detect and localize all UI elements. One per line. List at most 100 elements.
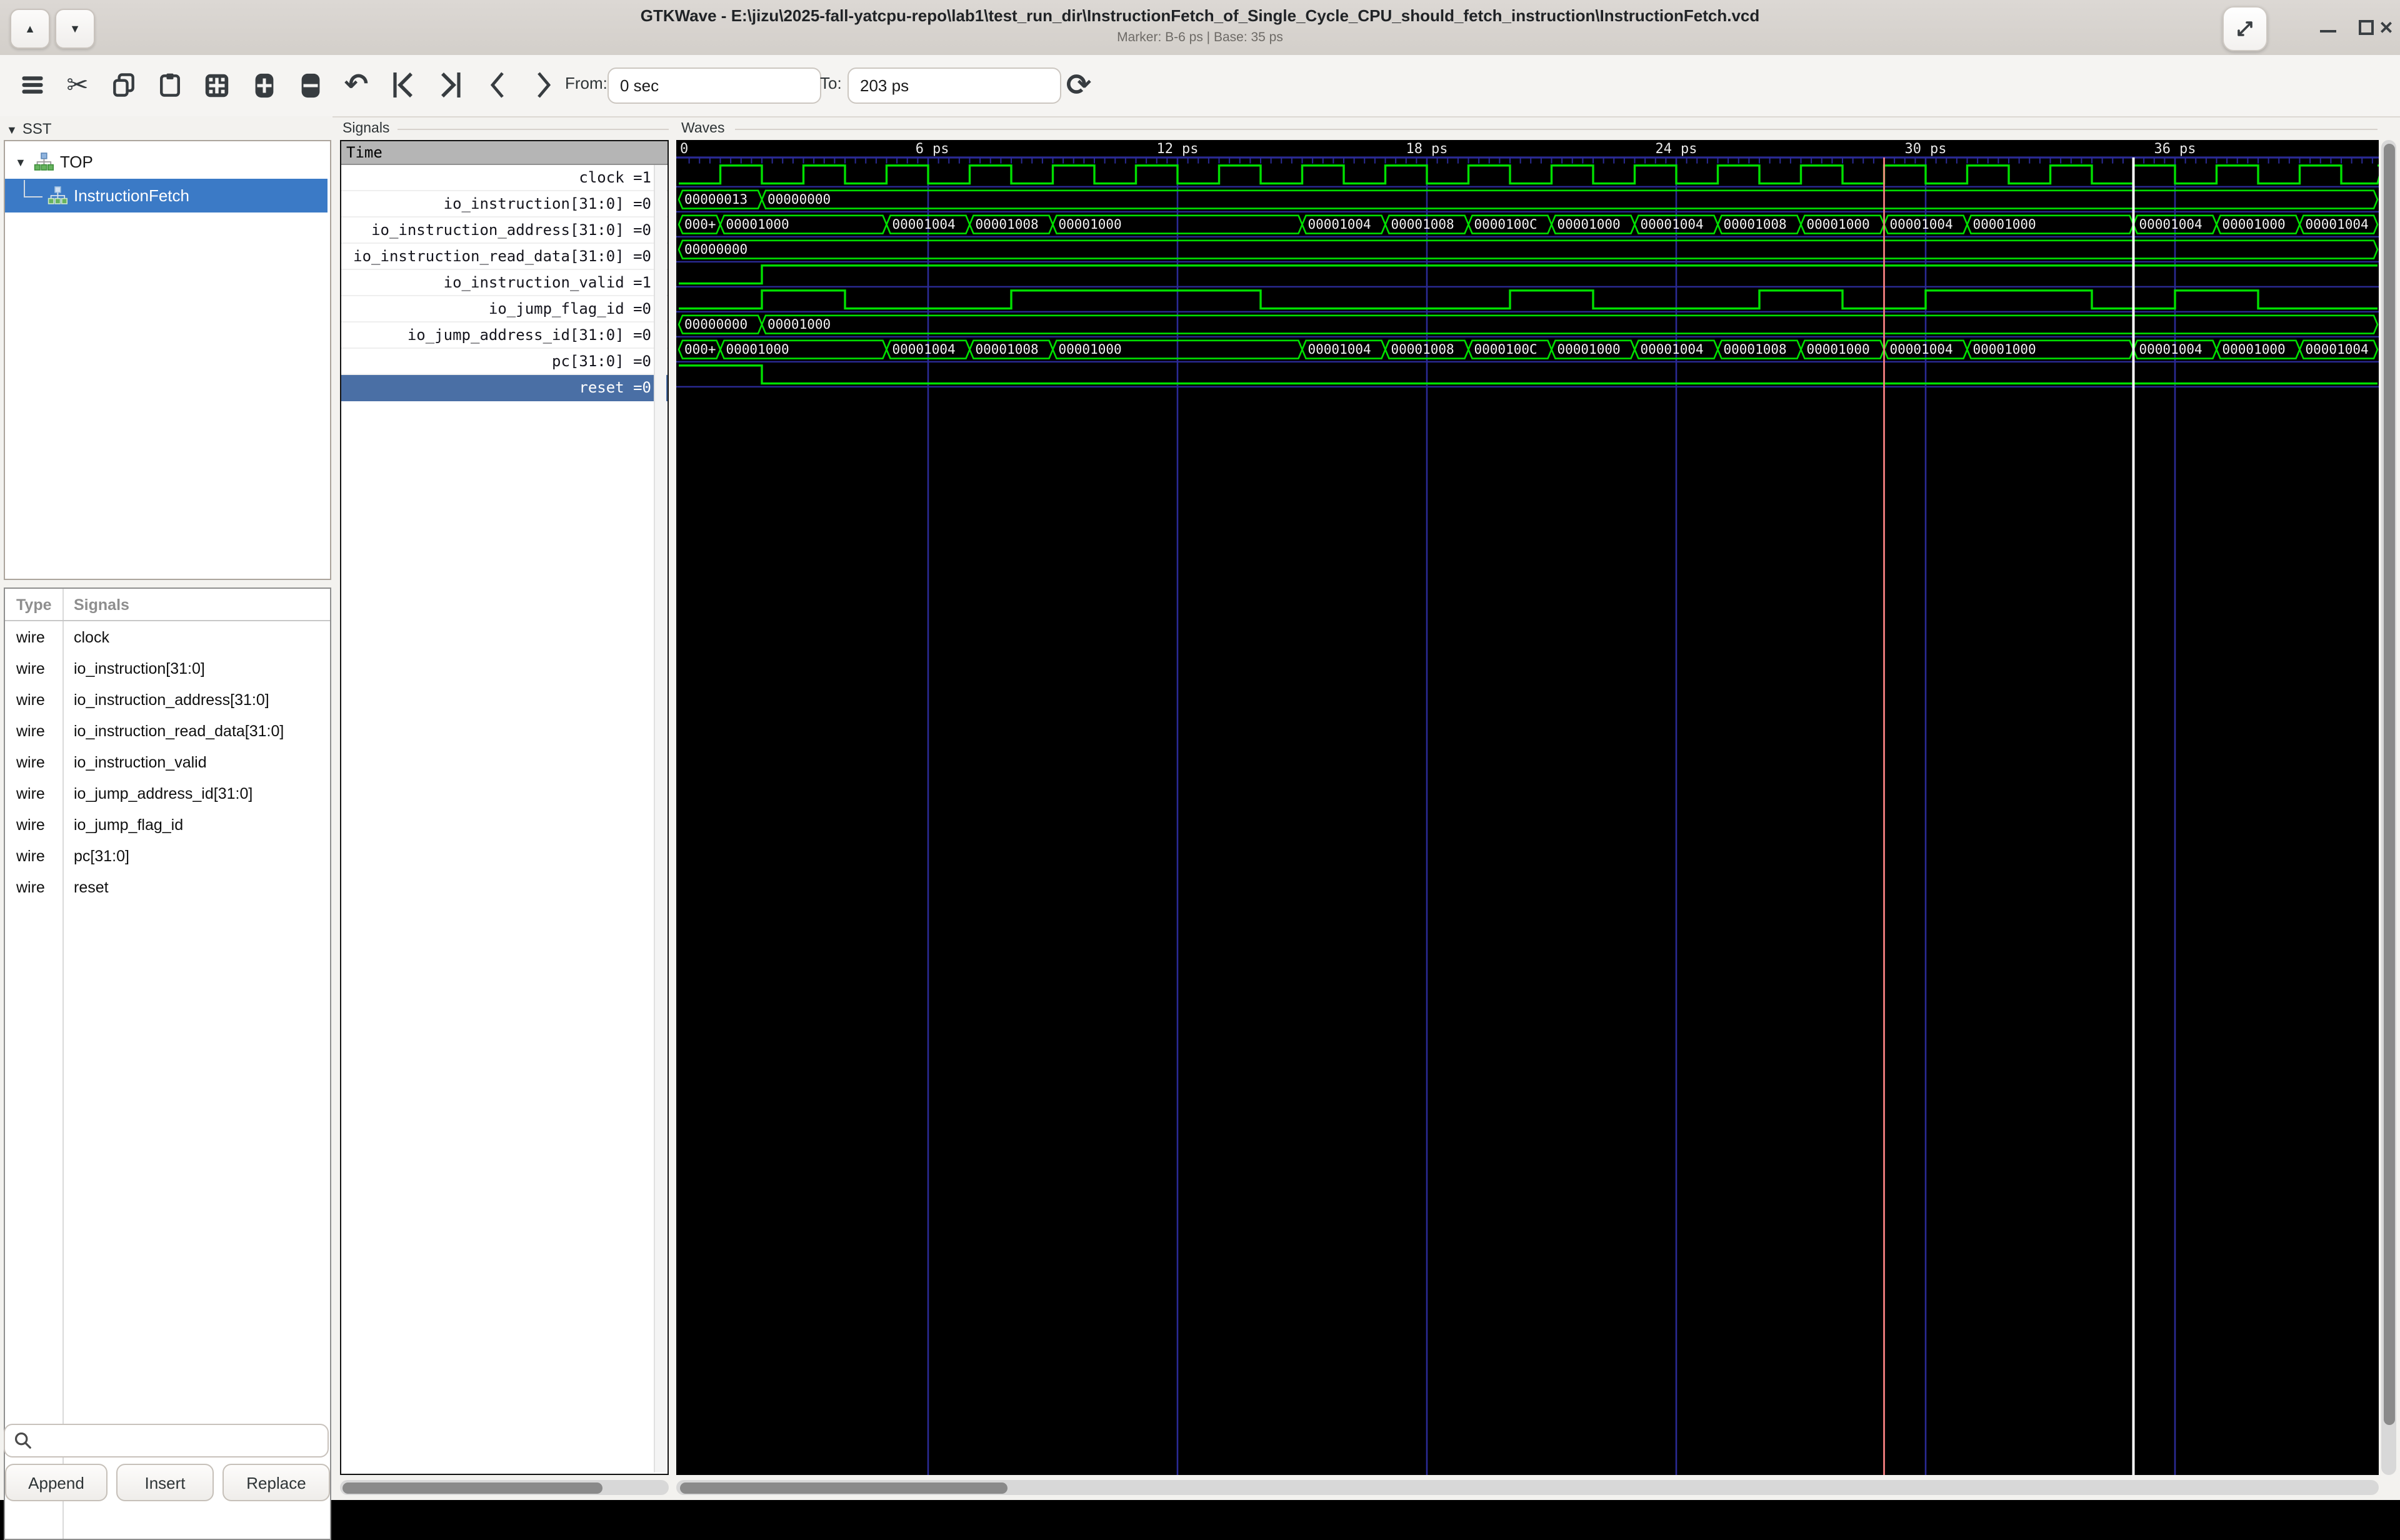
signal-table-row[interactable]: wireclock (5, 621, 330, 652)
title-bar: ▲ ▼ GTKWave - E:\jizu\2025-fall-yatcpu-r… (0, 0, 2400, 56)
svg-text:00001000: 00001000 (2222, 217, 2286, 232)
signal-table-row[interactable]: wireio_instruction_read_data[31:0] (5, 715, 330, 746)
expander-down-icon[interactable]: ▼ (15, 156, 26, 168)
minimize-button[interactable] (2311, 16, 2344, 39)
svg-text:00001000: 00001000 (726, 217, 789, 232)
zoom-out-button[interactable] (291, 66, 329, 104)
chevron-left-icon (486, 70, 509, 100)
reload-button[interactable]: ⟳ (1060, 66, 1098, 104)
signal-table-row[interactable]: wirereset (5, 871, 330, 902)
signals-horizontal-scrollbar[interactable] (340, 1480, 669, 1495)
close-icon: ✕ (2379, 17, 2393, 38)
close-button[interactable]: ✕ (2370, 16, 2400, 39)
tree-item-instructionfetch[interactable]: InstructionFetch (5, 179, 328, 212)
signal-table-row[interactable]: wireio_instruction[31:0] (5, 652, 330, 684)
svg-text:00001000: 00001000 (1558, 217, 1621, 232)
time-header[interactable]: Time (341, 141, 668, 165)
signals-row[interactable]: io_instruction_valid =1 (341, 270, 668, 296)
signal-type: wire (5, 878, 62, 896)
svg-text:ps: ps (1930, 141, 1947, 157)
marker-status-text: Marker: B-6 ps | Base: 35 ps (0, 30, 2400, 45)
scrollbar-thumb[interactable] (680, 1482, 1008, 1493)
sst-label: SST (22, 120, 52, 138)
undo-button[interactable]: ↶ (338, 66, 375, 104)
column-divider (62, 621, 64, 1539)
svg-text:0000100C: 0000100C (1474, 217, 1538, 232)
append-label: Append (28, 1473, 84, 1492)
signal-name: io_jump_address_id[31:0] (62, 784, 252, 802)
signal-type: wire (5, 753, 62, 771)
svg-text:00000000: 00000000 (684, 242, 748, 257)
menu-button[interactable] (14, 66, 51, 104)
signal-table-header: Type Signals (5, 589, 330, 621)
svg-text:00001000: 00001000 (1059, 217, 1122, 232)
svg-text:ps: ps (2179, 141, 2196, 157)
signals-row[interactable]: clock =1 (341, 165, 668, 191)
signals-row[interactable]: reset =0 (341, 375, 668, 401)
svg-text:ps: ps (1182, 141, 1199, 157)
signals-row[interactable]: io_jump_address_id[31:0] =0 (341, 322, 668, 349)
from-input[interactable]: 0 sec (608, 68, 821, 104)
signals-vertical-scrollbar[interactable] (654, 165, 666, 1472)
signals-row[interactable]: io_instruction_read_data[31:0] =0 (341, 244, 668, 270)
expand-window-button[interactable] (2222, 6, 2268, 51)
waves-vertical-scrollbar[interactable] (2381, 140, 2396, 1475)
shift-left-button[interactable] (479, 66, 516, 104)
waves-groupbox-line (735, 129, 2378, 130)
waves-horizontal-scrollbar[interactable] (676, 1480, 2379, 1495)
svg-text:00001000: 00001000 (1973, 342, 2036, 357)
scissors-icon: ✂ (66, 70, 88, 100)
signal-table-row[interactable]: wireio_instruction_valid (5, 746, 330, 778)
zoom-fit-button[interactable] (198, 66, 235, 104)
go-to-start-button[interactable] (385, 66, 422, 104)
shift-right-button[interactable] (525, 66, 562, 104)
svg-text:30: 30 (1905, 141, 1922, 157)
to-value: 203 ps (860, 76, 909, 95)
signal-table-row[interactable]: wireio_jump_address_id[31:0] (5, 778, 330, 809)
append-button[interactable]: Append (5, 1464, 108, 1501)
marker-b-line (1883, 158, 1885, 1475)
from-value: 0 sec (620, 76, 659, 95)
svg-text:00001004: 00001004 (1308, 217, 1371, 232)
signal-table-row[interactable]: wireio_instruction_address[31:0] (5, 684, 330, 715)
zoom-in-button[interactable] (245, 66, 282, 104)
module-hierarchy-icon (48, 186, 68, 205)
signal-table-row[interactable]: wirepc[31:0] (5, 840, 330, 871)
toolbar: ✂ (0, 55, 2400, 118)
tree-item-label: TOP (60, 152, 93, 171)
go-to-end-button[interactable] (431, 66, 469, 104)
insert-button[interactable]: Insert (116, 1464, 214, 1501)
copy-icon (110, 71, 138, 99)
waveform-drawing: 06ps12ps18ps24ps30ps36ps0000001300000000… (676, 140, 2379, 1475)
signals-row[interactable]: io_jump_flag_id =0 (341, 296, 668, 322)
signals-row[interactable]: io_instruction[31:0] =0 (341, 191, 668, 218)
svg-text:00001004: 00001004 (1890, 342, 1953, 357)
tree-item-top[interactable]: ▼ TOP (5, 145, 328, 179)
svg-text:00001004: 00001004 (2139, 342, 2202, 357)
signal-name: reset (62, 878, 109, 896)
to-input[interactable]: 203 ps (848, 68, 1061, 104)
signal-name: io_instruction_address[31:0] (62, 691, 269, 708)
sst-tree: ▼ TOP InstructionFetch (4, 140, 331, 580)
sst-header[interactable]: ▼SST (6, 120, 52, 138)
signal-table-row[interactable]: wireio_jump_flag_id (5, 809, 330, 840)
signals-panel-label: Signals (342, 121, 389, 136)
waveform-canvas[interactable]: 06ps12ps18ps24ps30ps36ps0000001300000000… (676, 140, 2379, 1475)
svg-text:0: 0 (680, 141, 688, 157)
signals-groupbox-line (398, 129, 669, 130)
paste-button[interactable] (151, 66, 189, 104)
copy-button[interactable] (105, 66, 142, 104)
signal-search-input[interactable] (4, 1424, 329, 1458)
cut-button[interactable]: ✂ (59, 66, 96, 104)
svg-text:18: 18 (1406, 141, 1423, 157)
svg-text:6: 6 (916, 141, 924, 157)
svg-text:00001000: 00001000 (2222, 342, 2286, 357)
signals-row[interactable]: pc[31:0] =0 (341, 349, 668, 375)
svg-text:00001000: 00001000 (768, 317, 831, 332)
scrollbar-thumb[interactable] (342, 1482, 602, 1493)
signals-row[interactable]: io_instruction_address[31:0] =0 (341, 218, 668, 244)
scrollbar-thumb[interactable] (2383, 144, 2394, 1425)
svg-text:00001004: 00001004 (2306, 217, 2369, 232)
svg-text:00001004: 00001004 (1890, 217, 1953, 232)
replace-button[interactable]: Replace (222, 1464, 330, 1501)
